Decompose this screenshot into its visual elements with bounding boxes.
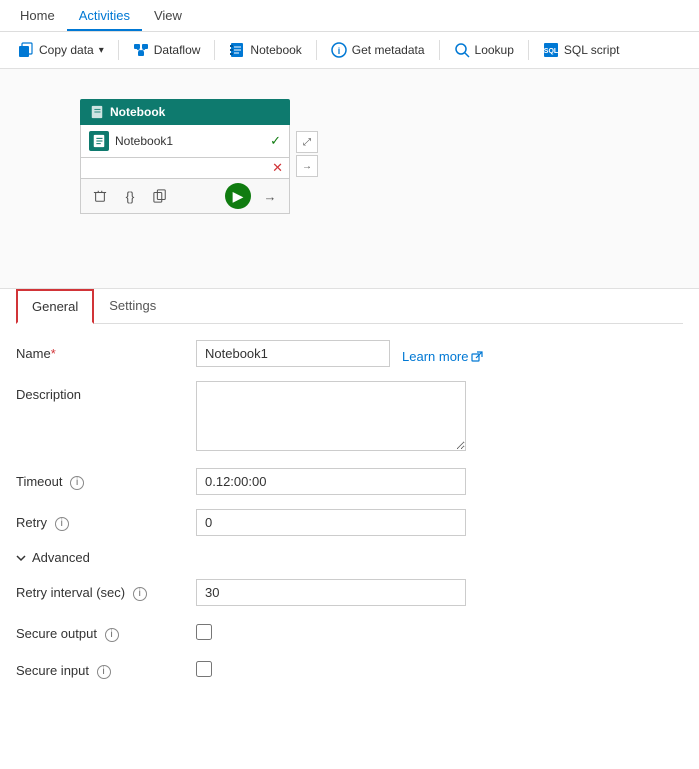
top-nav: Home Activities View	[0, 0, 699, 32]
copy-data-caret: ▾	[99, 45, 104, 56]
retry-interval-row: Retry interval (sec) i	[16, 579, 683, 606]
dataflow-icon	[133, 42, 149, 58]
svg-text:i: i	[338, 46, 341, 56]
retry-interval-label: Retry interval (sec) i	[16, 579, 196, 601]
sql-script-button[interactable]: SQL SQL script	[535, 38, 628, 62]
nav-view[interactable]: View	[142, 2, 194, 29]
description-row: Description	[16, 381, 683, 454]
node-actions: {} ▶ →	[80, 179, 290, 214]
timeout-input[interactable]	[196, 468, 466, 495]
toolbar: Copy data ▾ Dataflow Notebook i Get meta…	[0, 32, 699, 69]
name-required: *	[51, 346, 56, 361]
secure-output-info-icon: i	[105, 628, 119, 642]
info-icon: i	[331, 42, 347, 58]
timeout-label: Timeout i	[16, 468, 196, 490]
secure-input-info-icon: i	[97, 665, 111, 679]
node-check-icon: ✓	[270, 133, 281, 149]
retry-interval-info-icon: i	[133, 587, 147, 601]
node-title: Notebook	[110, 105, 165, 119]
toolbar-separator-5	[528, 40, 529, 60]
lookup-button[interactable]: Lookup	[446, 38, 522, 62]
node-next-button[interactable]: →	[259, 185, 281, 207]
retry-input[interactable]	[196, 509, 466, 536]
name-row: Name* Learn more	[16, 340, 683, 367]
secure-output-checkbox[interactable]	[196, 624, 212, 640]
secure-output-label: Secure output i	[16, 620, 196, 642]
secure-input-checkbox[interactable]	[196, 661, 212, 677]
advanced-section-header[interactable]: Advanced	[16, 550, 683, 565]
notebook-icon	[229, 42, 245, 58]
name-field-wrapper	[196, 340, 390, 367]
tab-settings[interactable]: Settings	[94, 289, 171, 323]
secure-output-field-wrapper	[196, 620, 466, 643]
node-x-icon: ✕	[272, 160, 283, 176]
node-header: Notebook	[80, 99, 290, 125]
toolbar-separator	[118, 40, 119, 60]
retry-field-wrapper	[196, 509, 466, 536]
timeout-field-wrapper	[196, 468, 466, 495]
description-textarea[interactable]	[196, 381, 466, 451]
tab-general[interactable]: General	[16, 289, 94, 324]
name-input[interactable]	[196, 340, 390, 367]
learn-more-link[interactable]: Learn more	[402, 343, 483, 364]
notebook-button[interactable]: Notebook	[221, 38, 309, 62]
description-field-wrapper	[196, 381, 466, 454]
retry-info-icon: i	[55, 517, 69, 531]
retry-row: Retry i	[16, 509, 683, 536]
node-side-arrow[interactable]: →	[296, 155, 318, 177]
node-code-button[interactable]: {}	[119, 185, 141, 207]
panel-tabs: General Settings	[16, 289, 683, 324]
secure-input-field-wrapper	[196, 657, 466, 680]
secure-input-label: Secure input i	[16, 657, 196, 679]
secure-output-row: Secure output i	[16, 620, 683, 643]
nav-activities[interactable]: Activities	[67, 2, 142, 31]
advanced-chevron-icon	[16, 553, 26, 563]
sql-icon: SQL	[543, 42, 559, 58]
node-copy-button[interactable]	[149, 185, 171, 207]
node-header-icon	[90, 105, 104, 119]
name-label: Name*	[16, 340, 196, 361]
timeout-info-icon: i	[70, 476, 84, 490]
copy-data-button[interactable]: Copy data ▾	[10, 38, 112, 62]
node-item-icon	[89, 131, 109, 151]
toolbar-separator-2	[214, 40, 215, 60]
node-body[interactable]: Notebook1 ✓	[80, 125, 290, 158]
advanced-label: Advanced	[32, 550, 90, 565]
canvas-area: Notebook Notebook1 ✓ ✕ {} ▶ → ⤢ →	[0, 69, 699, 289]
external-link-icon	[471, 351, 483, 363]
retry-interval-input[interactable]	[196, 579, 466, 606]
retry-label: Retry i	[16, 509, 196, 531]
retry-interval-field-wrapper	[196, 579, 466, 606]
node-side-buttons: ⤢ →	[296, 131, 318, 177]
node-item-label: Notebook1	[115, 134, 264, 148]
nav-home[interactable]: Home	[8, 2, 67, 29]
secure-input-row: Secure input i	[16, 657, 683, 680]
general-form: Name* Learn more Description Timeou	[16, 340, 683, 680]
get-metadata-button[interactable]: i Get metadata	[323, 38, 433, 62]
node-delete-button[interactable]	[89, 185, 111, 207]
toolbar-separator-4	[439, 40, 440, 60]
timeout-row: Timeout i	[16, 468, 683, 495]
dataflow-button[interactable]: Dataflow	[125, 38, 209, 62]
bottom-panel: General Settings Name* Learn more Descri…	[0, 289, 699, 714]
svg-text:SQL: SQL	[544, 48, 559, 55]
node-run-button[interactable]: ▶	[225, 183, 251, 209]
lookup-icon	[454, 42, 470, 58]
toolbar-separator-3	[316, 40, 317, 60]
copy-data-icon	[18, 42, 34, 58]
notebook-node: Notebook Notebook1 ✓ ✕ {} ▶ → ⤢ →	[80, 99, 290, 214]
description-label: Description	[16, 381, 196, 402]
node-side-expand[interactable]: ⤢	[296, 131, 318, 153]
